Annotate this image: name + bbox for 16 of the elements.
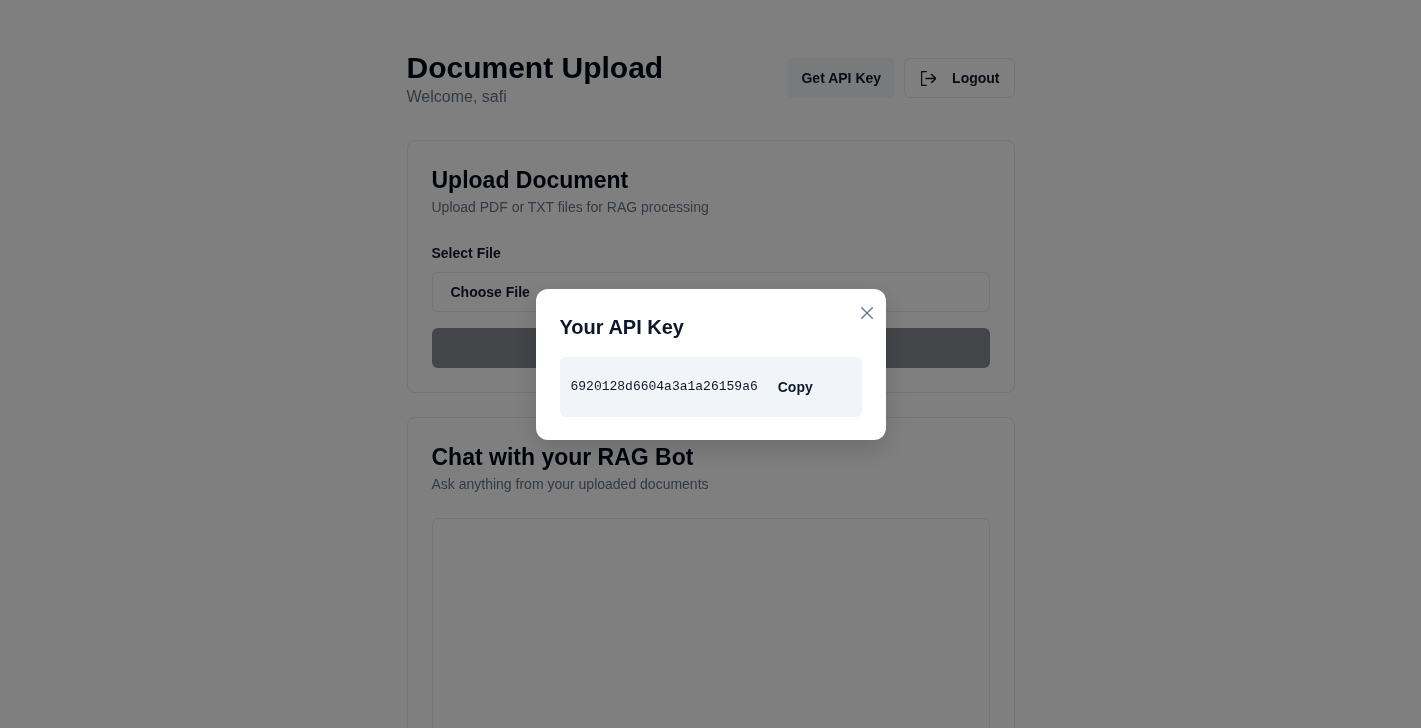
dialog-title: Your API Key <box>559 314 685 340</box>
logout-button[interactable]: Logout <box>904 58 1015 98</box>
logout-icon <box>921 70 937 86</box>
choose-file-button[interactable]: Choose File <box>450 284 530 300</box>
close-icon <box>860 306 873 319</box>
card-subtitle: Upload PDF or TXT files for RAG processing <box>431 198 710 217</box>
api-key-button[interactable]: Get API Key <box>787 58 896 98</box>
field-label: Select File <box>431 244 502 263</box>
card-title: Upload Document <box>431 166 630 195</box>
card-title: Chat with your RAG Bot <box>431 443 695 472</box>
api-key-text: 6920128d6604a3a1a26159a6 <box>570 379 758 394</box>
welcome-text: Welcome, safi <box>406 87 508 107</box>
card-subtitle: Ask anything from your uploaded documents <box>431 475 710 494</box>
close-button[interactable] <box>860 306 873 319</box>
page-title: Document Upload <box>406 50 664 86</box>
copy-button[interactable]: Copy <box>765 370 825 403</box>
